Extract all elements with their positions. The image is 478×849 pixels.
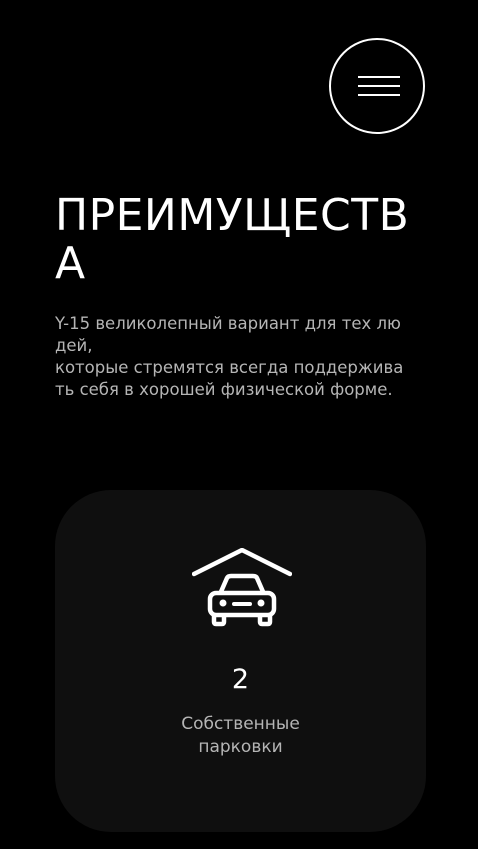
section-description: Y-15 великолепный вариант для тех лю дей…: [55, 313, 435, 401]
card-label-line: Собственные: [181, 714, 300, 734]
advantage-card: 2 Собственные парковки: [55, 490, 426, 832]
section-title: ПРЕИМУЩЕСТВА: [55, 190, 410, 289]
card-label: Собственные парковки: [55, 713, 426, 759]
hamburger-menu-icon: [358, 94, 400, 96]
menu-button[interactable]: [329, 38, 425, 134]
card-label-line: парковки: [198, 737, 283, 757]
description-line: ть себя в хорошей физической форме.: [55, 380, 393, 399]
hamburger-menu-icon: [358, 76, 400, 78]
card-value: 2: [231, 664, 250, 695]
description-line: которые стремятся всегда поддержива: [55, 358, 404, 377]
description-line: Y-15 великолепный вариант для тех лю дей…: [55, 314, 401, 355]
hamburger-menu-icon: [358, 85, 400, 87]
garage-car-icon: [192, 548, 292, 627]
